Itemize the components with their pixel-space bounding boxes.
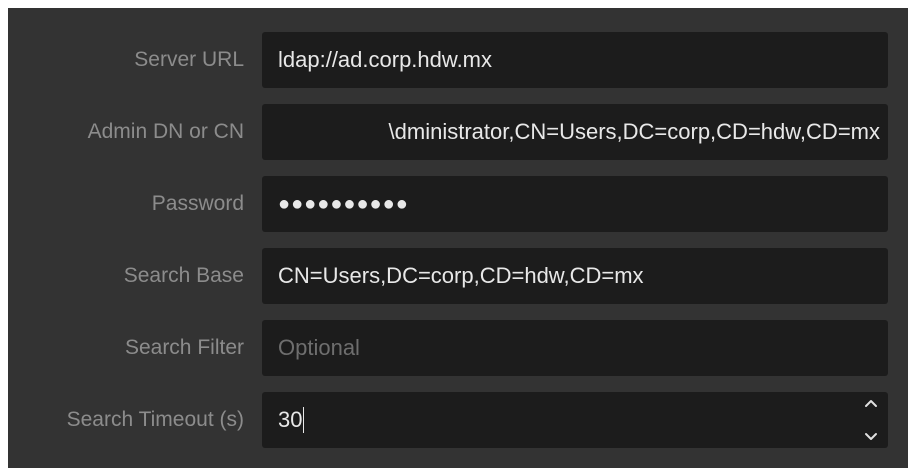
chevron-up-icon[interactable] [864, 398, 878, 408]
admin-dn-label: Admin DN or CN [87, 120, 244, 143]
search-filter-row: Search Filter Optional [8, 320, 908, 376]
text-caret [303, 407, 305, 433]
server-url-input[interactable]: ldap://ad.corp.hdw.mx [262, 32, 888, 88]
search-base-value: CN=Users,DC=corp,CD=hdw,CD=mx [278, 263, 644, 288]
server-url-value: ldap://ad.corp.hdw.mx [278, 47, 493, 72]
password-input[interactable]: ●●●●●●●●●● [262, 176, 888, 232]
search-base-row: Search Base CN=Users,DC=corp,CD=hdw,CD=m… [8, 248, 908, 304]
search-filter-placeholder: Optional [278, 335, 360, 360]
admin-dn-value: \dministrator,CN=Users,DC=corp,CD=hdw,CD… [388, 119, 880, 144]
admin-dn-input[interactable]: \dministrator,CN=Users,DC=corp,CD=hdw,CD… [262, 104, 888, 160]
search-base-input[interactable]: CN=Users,DC=corp,CD=hdw,CD=mx [262, 248, 888, 304]
server-url-label: Server URL [134, 48, 244, 71]
search-timeout-label: Search Timeout (s) [66, 408, 244, 431]
chevron-down-icon[interactable] [864, 432, 878, 442]
search-timeout-input[interactable]: 30 [262, 392, 888, 448]
password-value: ●●●●●●●●●● [278, 192, 409, 215]
search-base-label: Search Base [123, 264, 244, 287]
timeout-spinner [862, 398, 880, 442]
password-label: Password [151, 192, 244, 215]
ldap-settings-form: Server URL ldap://ad.corp.hdw.mx Admin D… [8, 8, 908, 468]
admin-dn-row: Admin DN or CN \dministrator,CN=Users,DC… [8, 104, 908, 160]
server-url-row: Server URL ldap://ad.corp.hdw.mx [8, 32, 908, 88]
search-timeout-row: Search Timeout (s) 30 [8, 392, 908, 448]
search-timeout-value: 30 [278, 407, 303, 432]
password-row: Password ●●●●●●●●●● [8, 176, 908, 232]
search-filter-label: Search Filter [124, 336, 244, 359]
search-filter-input[interactable]: Optional [262, 320, 888, 376]
